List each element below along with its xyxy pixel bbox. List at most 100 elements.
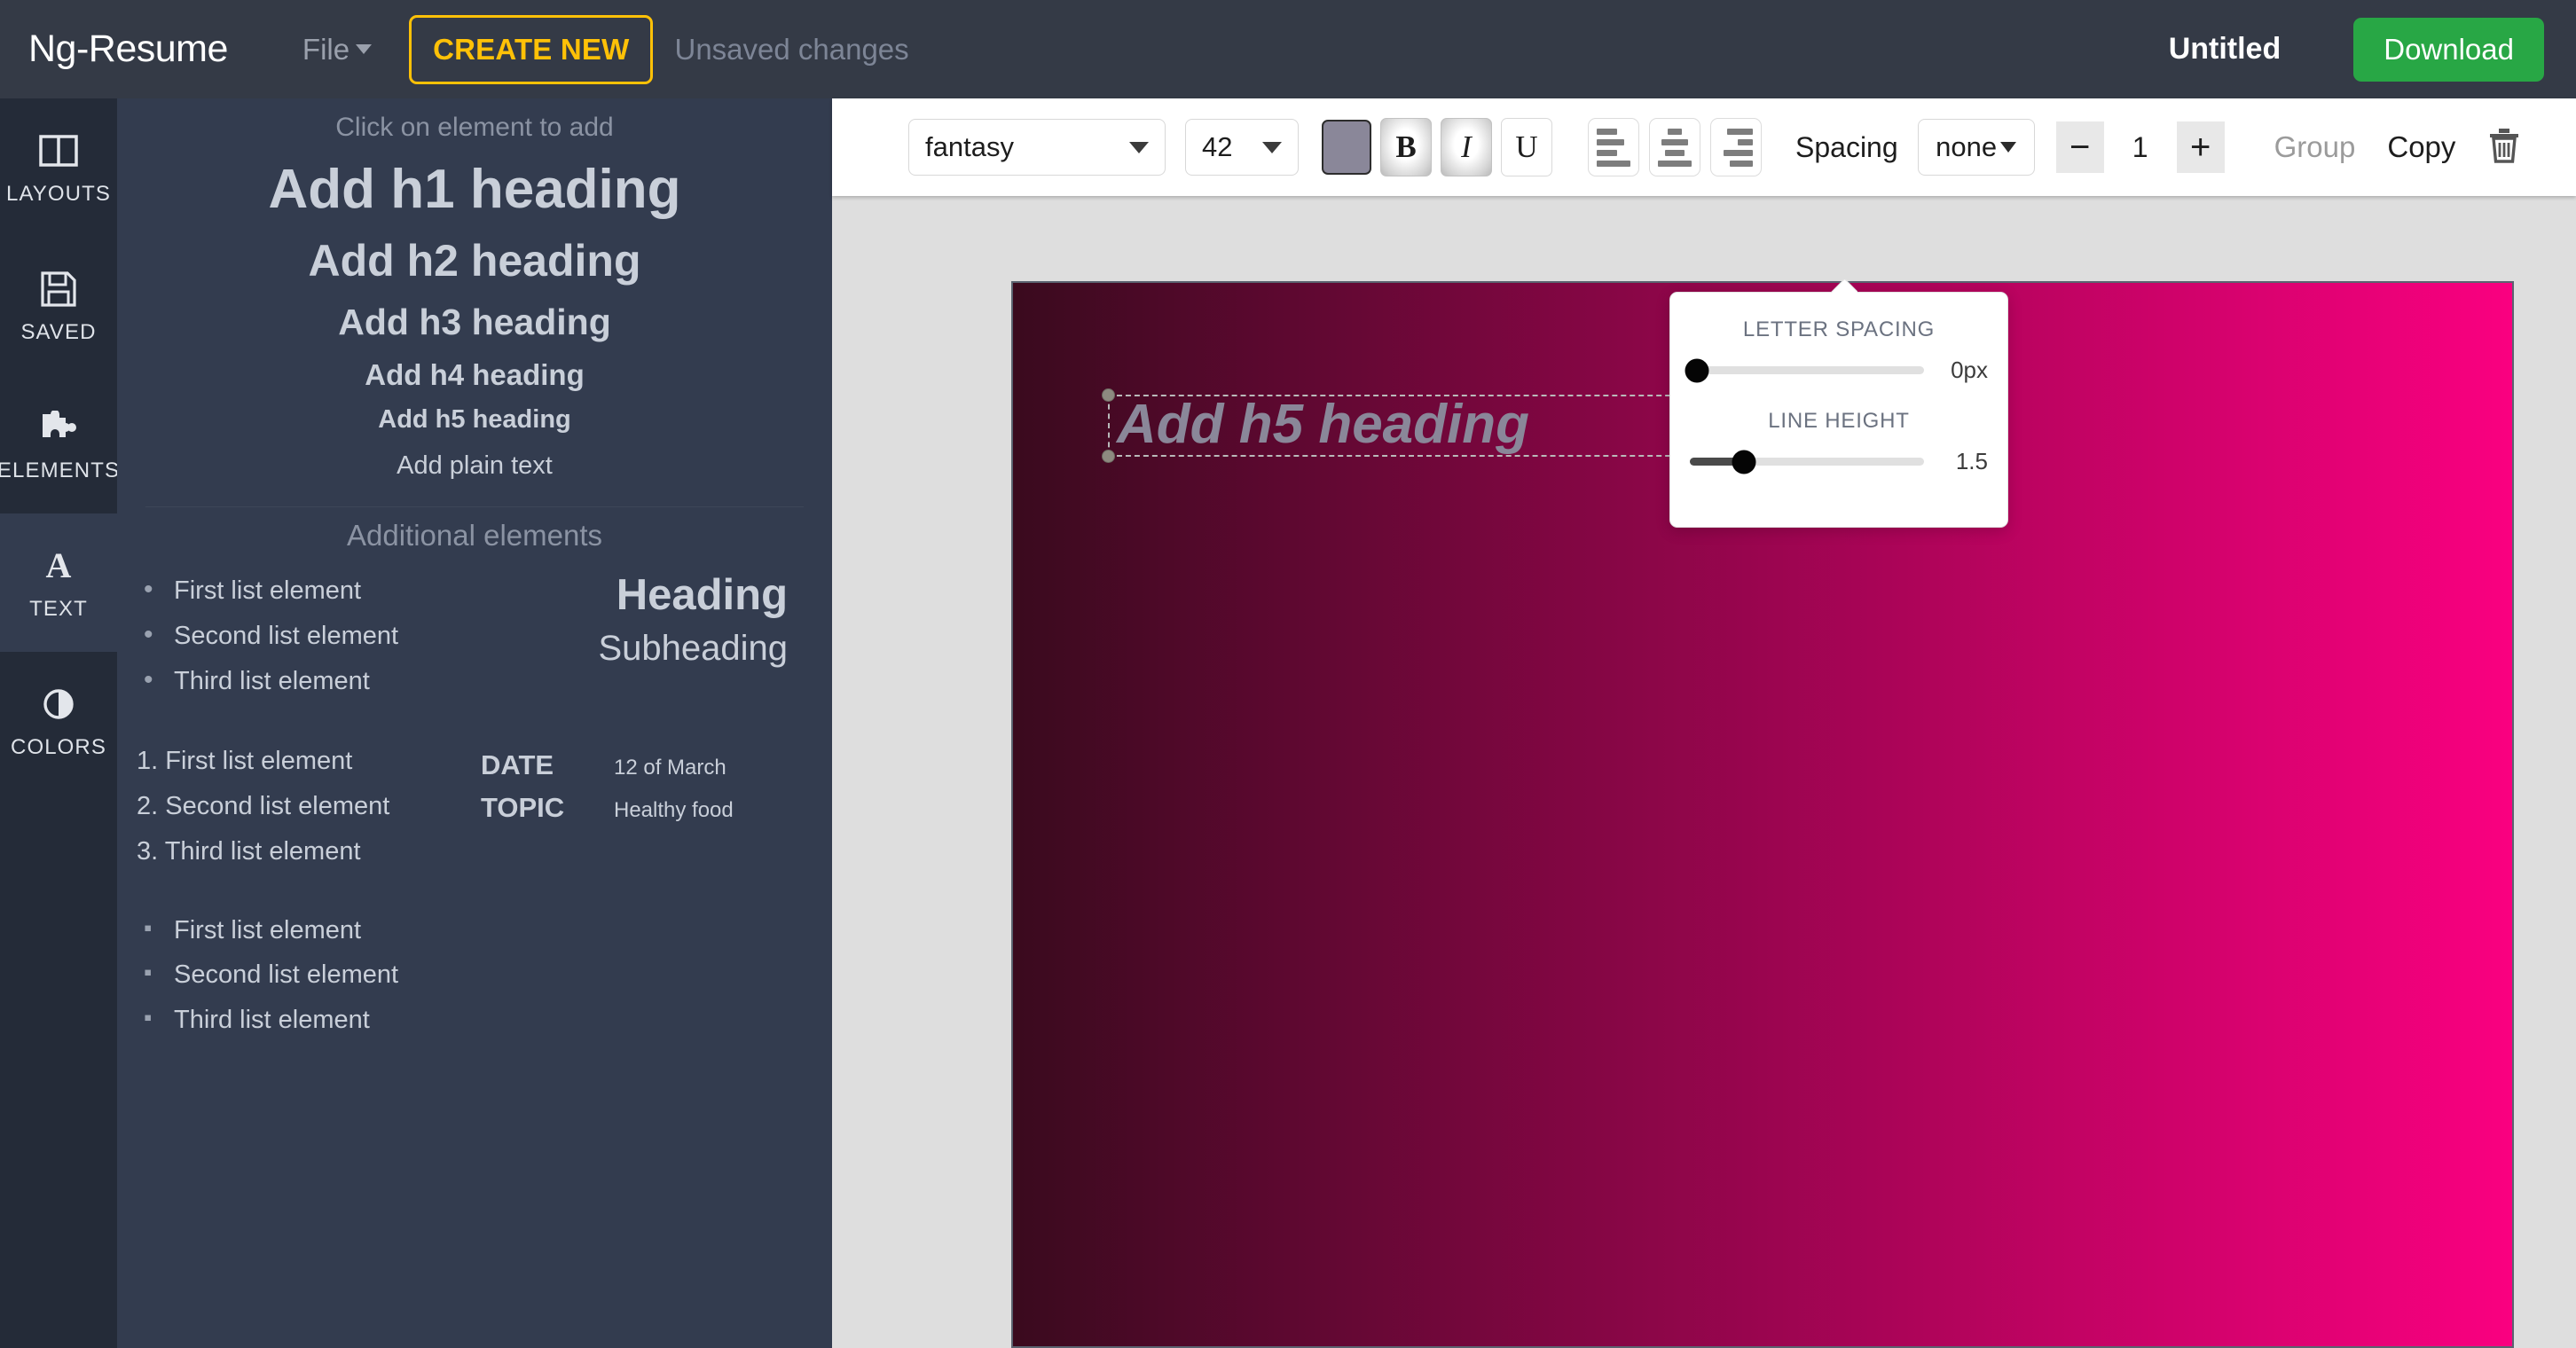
add-h1-heading-item[interactable]: Add h1 heading <box>117 162 832 217</box>
popover-arrow <box>1831 279 1857 293</box>
letter-spacing-slider[interactable] <box>1690 366 1924 374</box>
panel-divider <box>145 506 804 507</box>
additional-elements-title: Additional elements <box>117 519 832 553</box>
align-bar <box>1738 139 1753 145</box>
font-family-select[interactable]: fantasy <box>908 119 1166 176</box>
add-h3-heading-item[interactable]: Add h3 heading <box>117 304 832 341</box>
heading-sample[interactable]: Heading <box>481 568 813 623</box>
align-right-button[interactable] <box>1710 118 1762 176</box>
square-list-spacer <box>481 908 813 1043</box>
stepper-increment-button[interactable]: + <box>2177 121 2225 173</box>
align-bar <box>1597 129 1617 135</box>
delete-button[interactable] <box>2487 127 2521 168</box>
puzzle-icon <box>35 406 82 449</box>
list-item[interactable]: 1. First list element <box>137 739 481 784</box>
create-new-button[interactable]: CREATE NEW <box>409 15 653 84</box>
align-bar <box>1658 161 1692 167</box>
group-button[interactable]: Group <box>2274 130 2356 164</box>
sidebar-item-layouts[interactable]: LAYOUTS <box>0 98 117 237</box>
align-bar <box>1668 129 1682 135</box>
text-elements-panel: Click on element to add Add h1 heading A… <box>117 98 832 1348</box>
spacing-select[interactable]: none <box>1918 119 2035 176</box>
stepper-value[interactable]: 1 <box>2104 121 2177 173</box>
list-item[interactable]: First list element <box>137 908 481 953</box>
canvas-text-element[interactable]: Add h5 heading <box>1117 383 1529 466</box>
sidebar-item-label: ELEMENTS <box>0 458 120 483</box>
subheading-sample[interactable]: Subheading <box>481 626 813 670</box>
line-height-knob[interactable] <box>1732 450 1755 474</box>
sidebar-item-elements[interactable]: ELEMENTS <box>0 375 117 513</box>
trash-icon <box>2487 127 2521 168</box>
download-button[interactable]: Download <box>2353 18 2544 82</box>
align-bar <box>1597 139 1624 145</box>
list-item[interactable]: Third list element <box>137 659 481 704</box>
letter-spacing-knob[interactable] <box>1685 358 1708 382</box>
list-item[interactable]: Second list element <box>137 614 481 659</box>
sidebar-item-text[interactable]: A TEXT <box>0 513 117 652</box>
quantity-stepper: − 1 + <box>2056 121 2225 173</box>
ordered-list[interactable]: 1. First list element 2. Second list ele… <box>137 739 481 874</box>
align-bar <box>1665 150 1684 156</box>
additional-elements-row-1: First list element Second list element T… <box>117 568 832 703</box>
spacing-value: none <box>1936 131 1997 163</box>
key-value-row-date[interactable]: DATE 12 of March <box>481 749 813 781</box>
square-list-column: First list element Second list element T… <box>117 908 481 1043</box>
text-color-swatch[interactable] <box>1322 120 1371 175</box>
line-height-slider-row: 1.5 <box>1670 448 2007 475</box>
add-h2-heading-item[interactable]: Add h2 heading <box>117 239 832 283</box>
app-brand: Ng-Resume <box>28 27 228 71</box>
font-family-value: fantasy <box>925 131 1014 163</box>
stepper-decrement-button[interactable]: − <box>2056 121 2104 173</box>
chevron-down-icon <box>1129 142 1149 153</box>
chevron-down-icon <box>356 44 372 54</box>
spacing-label[interactable]: Spacing <box>1795 131 1898 164</box>
resize-handle-top-left[interactable] <box>1102 388 1115 402</box>
list-item[interactable]: 3. Third list element <box>137 829 481 874</box>
list-item[interactable]: 2. Second list element <box>137 784 481 829</box>
layouts-icon <box>35 129 82 172</box>
align-left-button[interactable] <box>1588 118 1639 176</box>
additional-elements-row-3: First list element Second list element T… <box>117 908 832 1043</box>
sidebar-rail: LAYOUTS SAVED ELEMENTS <box>0 98 117 1348</box>
sidebar-item-label: SAVED <box>20 320 96 345</box>
line-height-value: 1.5 <box>1924 448 1988 475</box>
align-bar <box>1727 129 1753 135</box>
sidebar-item-label: TEXT <box>29 597 88 622</box>
key-value: Healthy food <box>614 798 734 823</box>
list-item[interactable]: First list element <box>137 568 481 614</box>
sidebar-item-label: COLORS <box>11 735 106 760</box>
list-item[interactable]: Third list element <box>137 998 481 1043</box>
file-menu-label: File <box>302 33 349 67</box>
underline-button[interactable]: U <box>1501 118 1552 176</box>
resize-handle-bottom-left[interactable] <box>1102 450 1115 463</box>
additional-elements-row-2: 1. First list element 2. Second list ele… <box>117 739 832 874</box>
spacing-popover: LETTER SPACING 0px LINE HEIGHT 1.5 <box>1669 292 2008 528</box>
align-center-button[interactable] <box>1649 118 1700 176</box>
add-plain-text-item[interactable]: Add plain text <box>117 451 832 481</box>
bullet-list-column: First list element Second list element T… <box>117 568 481 703</box>
square-list[interactable]: First list element Second list element T… <box>137 908 481 1043</box>
add-h5-heading-item[interactable]: Add h5 heading <box>117 407 832 433</box>
heading-samples-column: Heading Subheading <box>481 568 813 703</box>
line-height-slider[interactable] <box>1690 458 1924 466</box>
line-height-label: LINE HEIGHT <box>1670 409 2007 434</box>
bullet-list[interactable]: First list element Second list element T… <box>137 568 481 703</box>
italic-button[interactable]: I <box>1441 118 1492 176</box>
key-value-row-topic[interactable]: TOPIC Healthy food <box>481 792 813 824</box>
sidebar-item-colors[interactable]: COLORS <box>0 652 117 790</box>
sidebar-item-label: LAYOUTS <box>6 182 111 207</box>
align-bar <box>1597 150 1617 156</box>
bold-button[interactable]: B <box>1380 118 1432 176</box>
svg-text:A: A <box>46 547 72 584</box>
file-menu-button[interactable]: File <box>302 33 372 67</box>
letter-spacing-value: 0px <box>1924 357 1988 384</box>
copy-button[interactable]: Copy <box>2387 130 2455 164</box>
list-item[interactable]: Second list element <box>137 952 481 998</box>
selected-element-box[interactable]: Add h5 heading <box>1108 395 1715 457</box>
add-h4-heading-item[interactable]: Add h4 heading <box>117 360 832 389</box>
font-size-select[interactable]: 42 <box>1185 119 1299 176</box>
chevron-down-icon <box>2000 142 2016 153</box>
unsaved-changes-status: Unsaved changes <box>674 33 908 67</box>
document-title[interactable]: Untitled <box>2169 32 2281 67</box>
sidebar-item-saved[interactable]: SAVED <box>0 237 117 375</box>
